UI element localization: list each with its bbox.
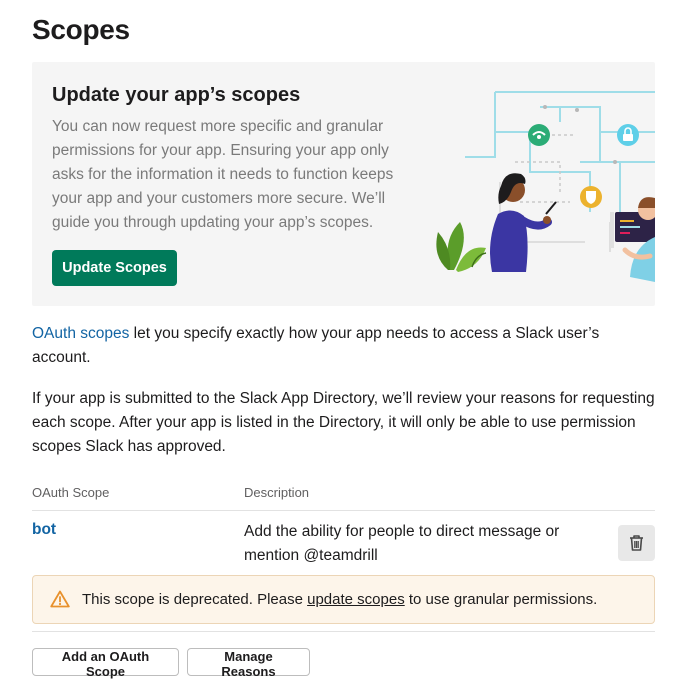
warning-message: This scope is deprecated. Please update … [82,591,597,608]
warning-icon [50,590,70,608]
divider [32,631,655,632]
oauth-intro-paragraph: OAuth scopes let you specify exactly how… [32,322,652,370]
trash-icon [630,535,643,551]
table-row: bot Add the ability for people to direct… [32,511,655,571]
add-oauth-scope-button[interactable]: Add an OAuth Scope [32,648,179,679]
update-scopes-banner: Update your app’s scopes You can now req… [32,62,655,306]
delete-scope-button[interactable] [618,525,655,561]
description-column-header: Description [244,485,310,500]
page-title: Scopes [32,14,130,45]
scope-column-header: OAuth Scope [32,485,110,500]
update-scopes-button[interactable]: Update Scopes [52,250,177,286]
scopes-table-header: OAuth Scope Description [32,484,655,511]
banner-title: Update your app’s scopes [52,84,301,106]
deprecation-warning: This scope is deprecated. Please update … [32,575,655,624]
banner-illustration [436,91,655,282]
banner-text: You can now request more specific and gr… [52,118,394,231]
update-scopes-link[interactable]: update scopes [307,591,405,608]
warning-text-before: This scope is deprecated. Please [82,591,308,608]
oauth-scopes-link[interactable]: OAuth scopes [32,325,129,342]
scope-name: bot [32,521,57,538]
warning-text-after: to use granular permissions. [404,591,598,608]
scope-description: Add the ability for people to direct mes… [244,523,560,564]
scopes-page: Scopes Update your app’s scopes You can … [0,0,687,696]
manage-reasons-button[interactable]: Manage Reasons [187,648,310,679]
review-paragraph: If your app is submitted to the Slack Ap… [32,390,655,455]
